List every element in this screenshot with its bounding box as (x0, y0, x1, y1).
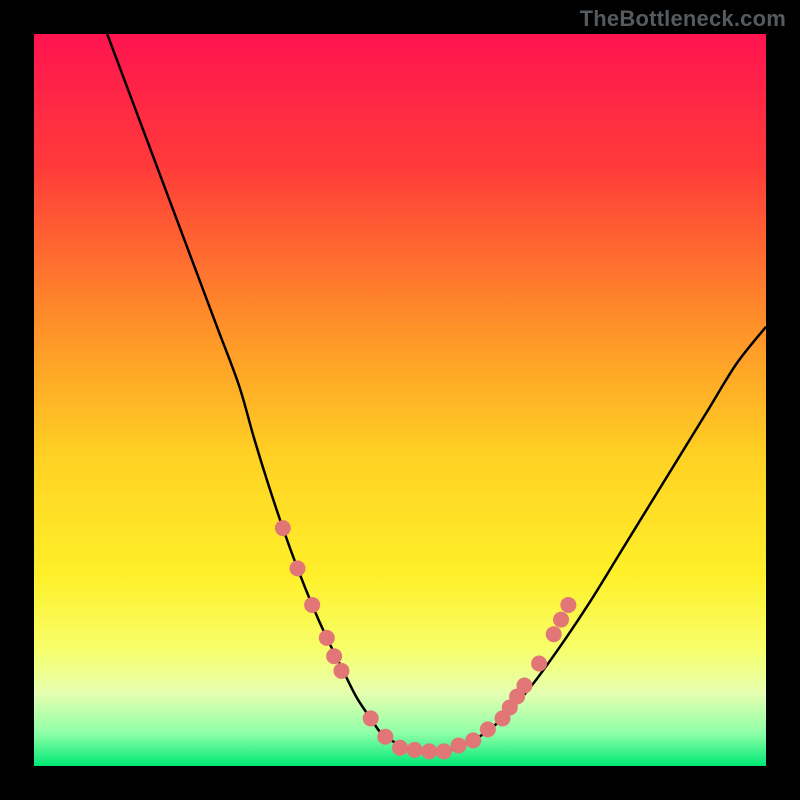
highlight-dot (290, 560, 306, 576)
gradient-background (34, 34, 766, 766)
highlight-dot (319, 630, 335, 646)
highlight-dot (451, 738, 467, 754)
highlight-dot (465, 732, 481, 748)
watermark-text: TheBottleneck.com (580, 6, 786, 32)
highlight-dot (480, 721, 496, 737)
highlight-dot (392, 740, 408, 756)
plot-area (34, 34, 766, 766)
highlight-dot (553, 612, 569, 628)
highlight-dot (436, 743, 452, 759)
highlight-dot (516, 677, 532, 693)
highlight-dot (531, 656, 547, 672)
highlight-dot (421, 743, 437, 759)
highlight-dot (377, 729, 393, 745)
highlight-dot (363, 710, 379, 726)
highlight-dot (326, 648, 342, 664)
highlight-dot (275, 520, 291, 536)
highlight-dot (546, 626, 562, 642)
highlight-dot (407, 742, 423, 758)
highlight-dot (304, 597, 320, 613)
chart-svg (0, 0, 800, 800)
highlight-dot (560, 597, 576, 613)
highlight-dot (333, 663, 349, 679)
chart-container: TheBottleneck.com (0, 0, 800, 800)
